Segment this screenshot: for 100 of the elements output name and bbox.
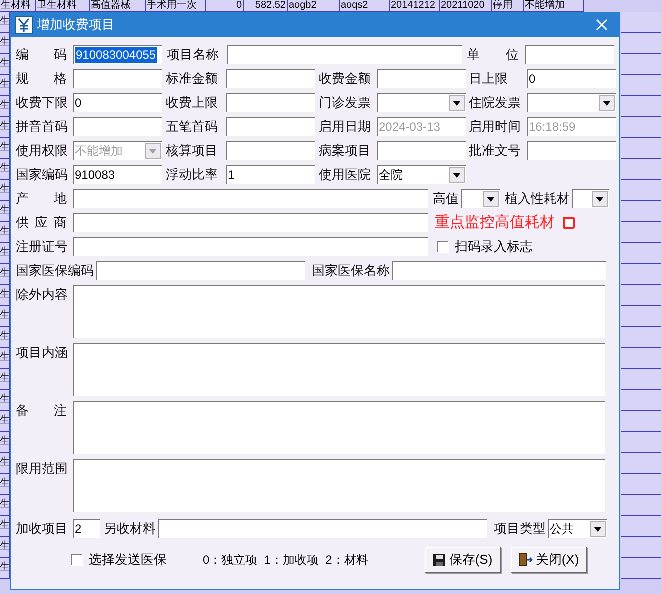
dropdown-button[interactable] bbox=[449, 95, 465, 111]
table-cell bbox=[621, 327, 661, 348]
table-cell bbox=[621, 390, 661, 411]
close-icon bbox=[595, 18, 609, 32]
field-label: 产 地 bbox=[16, 190, 68, 208]
table-cell bbox=[621, 159, 661, 180]
table-cell bbox=[621, 243, 661, 264]
warning-label: 重点监控高值耗材 bbox=[435, 213, 555, 233]
table-cell bbox=[621, 117, 661, 138]
caret-icon bbox=[594, 526, 602, 532]
text-area[interactable] bbox=[73, 285, 606, 339]
input-field[interactable]: 2 bbox=[73, 519, 101, 539]
field-label: 标准金额 bbox=[166, 70, 219, 88]
field-label: 注册证号 bbox=[16, 238, 69, 256]
input-field[interactable] bbox=[226, 141, 316, 161]
checkbox[interactable] bbox=[71, 554, 83, 566]
field-label: 除外内容 bbox=[16, 286, 69, 304]
table-cell bbox=[621, 75, 661, 96]
caret-icon bbox=[596, 196, 604, 202]
field-label: 另收材料 bbox=[104, 520, 156, 538]
save-button[interactable]: 保存(S) bbox=[425, 547, 501, 573]
table-cell bbox=[621, 537, 661, 558]
input-field[interactable] bbox=[226, 69, 316, 89]
checkbox-label: 选择发送医保 bbox=[89, 551, 167, 570]
input-field[interactable] bbox=[392, 261, 607, 281]
field-label: 编 码 bbox=[16, 46, 68, 64]
dropdown[interactable] bbox=[572, 189, 610, 209]
field-label: 收费下限 bbox=[16, 94, 69, 112]
dropdown[interactable] bbox=[461, 189, 501, 209]
field-label: 项目名称 bbox=[167, 46, 220, 64]
field-label: 限用范围 bbox=[16, 460, 69, 478]
dropdown-button[interactable] bbox=[599, 95, 615, 111]
dropdown-button[interactable] bbox=[592, 191, 608, 207]
table-cell bbox=[621, 558, 661, 579]
input-field[interactable] bbox=[73, 117, 163, 137]
table-cell bbox=[621, 264, 661, 285]
table-cell bbox=[621, 54, 661, 75]
input-field[interactable] bbox=[73, 213, 429, 233]
field-label: 单 位 bbox=[467, 46, 520, 64]
dropdown-button[interactable] bbox=[590, 521, 606, 537]
text-area[interactable] bbox=[73, 401, 606, 455]
table-cell bbox=[621, 33, 661, 54]
input-field[interactable]: 0 bbox=[527, 69, 617, 89]
exit-door-icon bbox=[518, 553, 533, 567]
table-cell bbox=[621, 495, 661, 516]
dropdown[interactable]: 全院 bbox=[377, 165, 467, 185]
input-field[interactable] bbox=[96, 261, 306, 281]
table-cell bbox=[621, 12, 661, 33]
caret-icon bbox=[453, 172, 461, 178]
input-field[interactable] bbox=[73, 237, 429, 257]
input-field[interactable] bbox=[527, 141, 617, 161]
field-label: 项目内涵 bbox=[16, 344, 69, 362]
table-cell bbox=[621, 96, 661, 117]
input-field[interactable] bbox=[227, 45, 463, 65]
table-cell bbox=[621, 201, 661, 222]
field-label: 使用医院 bbox=[319, 166, 372, 184]
table-cell bbox=[621, 138, 661, 159]
field-label: 收费上限 bbox=[166, 94, 219, 112]
input-field[interactable] bbox=[73, 69, 163, 89]
input-field[interactable] bbox=[377, 69, 467, 89]
field-label: 备 注 bbox=[16, 402, 68, 420]
input-field[interactable] bbox=[377, 141, 467, 161]
input-field[interactable]: 910083004055 bbox=[73, 45, 163, 65]
caret-icon bbox=[603, 100, 611, 106]
field-label: 五笔首码 bbox=[166, 118, 219, 136]
field-label: 国家医保名称 bbox=[312, 262, 390, 280]
dropdown-button[interactable] bbox=[449, 167, 465, 183]
field-label: 供 应 商 bbox=[16, 214, 68, 232]
field-label: 加收项目 bbox=[16, 520, 69, 538]
input-field[interactable] bbox=[525, 45, 615, 65]
field-label: 拼音首码 bbox=[16, 118, 69, 136]
table-cell bbox=[621, 474, 661, 495]
input-field[interactable]: 910083 bbox=[73, 165, 163, 185]
text-area[interactable] bbox=[73, 459, 606, 513]
field-label: 使用权限 bbox=[16, 142, 69, 160]
caret-icon bbox=[453, 100, 461, 106]
table-cell bbox=[621, 411, 661, 432]
input-field[interactable] bbox=[73, 189, 429, 209]
dropdown-button[interactable] bbox=[483, 191, 499, 207]
close-button[interactable]: 关闭(X) bbox=[511, 547, 587, 573]
field-label: 启用日期 bbox=[319, 118, 372, 136]
field-label: 浮动比率 bbox=[166, 166, 219, 184]
field-label: 项目类型 bbox=[494, 520, 546, 538]
table-cell bbox=[621, 306, 661, 327]
table-cell bbox=[621, 453, 661, 474]
dropdown[interactable]: 公共 bbox=[548, 519, 608, 539]
input-field[interactable]: 1 bbox=[226, 165, 316, 185]
table-cell bbox=[621, 369, 661, 390]
input-field[interactable] bbox=[226, 93, 316, 113]
table-cell bbox=[621, 285, 661, 306]
text-area[interactable] bbox=[73, 343, 606, 397]
window-title: 增加收费项目 bbox=[37, 16, 116, 34]
field-label: 植入性耗材 bbox=[505, 190, 570, 208]
input-field[interactable]: 0 bbox=[73, 93, 163, 113]
table-cell bbox=[621, 432, 661, 453]
table-cell bbox=[621, 348, 661, 369]
checkbox[interactable] bbox=[437, 241, 449, 253]
input-field[interactable] bbox=[226, 117, 316, 137]
checkbox[interactable] bbox=[563, 217, 575, 229]
input-field[interactable] bbox=[158, 519, 488, 539]
